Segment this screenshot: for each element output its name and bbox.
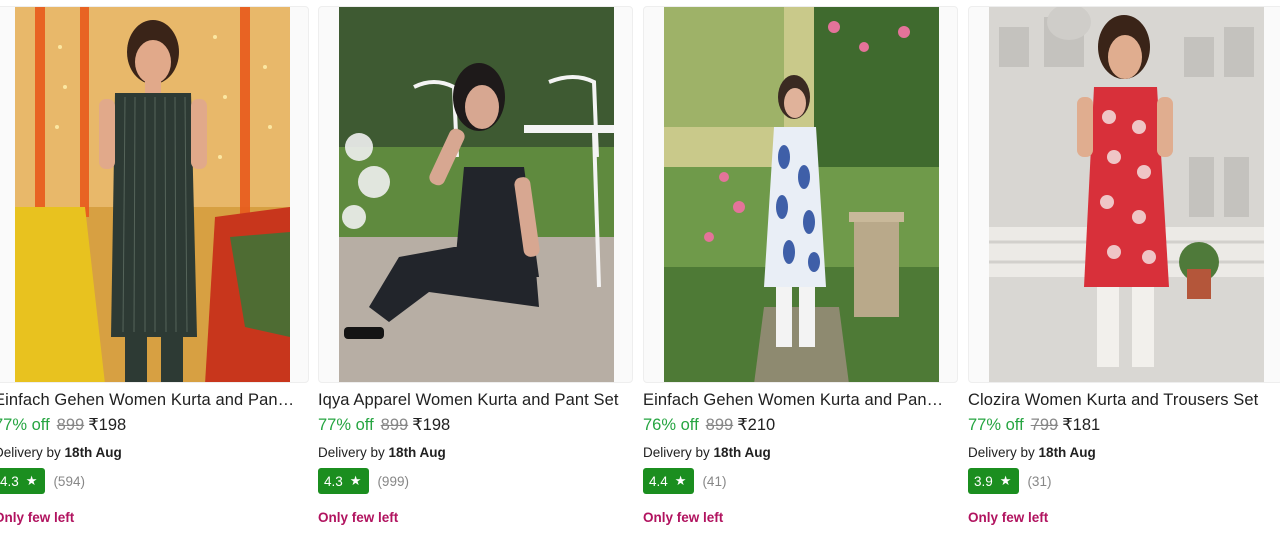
delivery-info: Delivery by 18th Aug [0, 444, 122, 462]
discount-label: 77% off [968, 416, 1024, 434]
delivery-date: 18th Aug [713, 445, 771, 460]
product-title[interactable]: Clozira Women Kurta and Trousers Set [968, 389, 1270, 411]
stock-status: Only few left [318, 510, 399, 525]
discount-label: 77% off [0, 416, 50, 434]
delivery-prefix: Delivery by [318, 445, 385, 460]
product-image-frame[interactable] [0, 6, 309, 383]
star-icon: ★ [25, 473, 38, 488]
product-card[interactable]: Einfach Gehen Women Kurta and Pant... 76… [643, 0, 958, 536]
price-row: 77% off 799 ₹181 [968, 414, 1100, 436]
discount-label: 76% off [643, 416, 699, 434]
product-grid: Einfach Gehen Women Kurta and Pant... 77… [0, 0, 1280, 536]
rating-count: (594) [53, 473, 85, 489]
delivery-date: 18th Aug [1038, 445, 1096, 460]
product-image-frame[interactable] [643, 6, 958, 383]
original-price: 899 [56, 416, 85, 434]
product-image-frame[interactable] [968, 6, 1280, 383]
delivery-prefix: Delivery by [643, 445, 710, 460]
rating-badge: 4.3 ★ [0, 468, 46, 494]
price-row: 77% off 899₹198 [318, 414, 450, 436]
stock-status: Only few left [643, 510, 724, 525]
discount-label: 77% off [318, 416, 374, 434]
product-title[interactable]: Einfach Gehen Women Kurta and Pant... [0, 389, 296, 411]
rating-value: 4.3 [324, 473, 343, 489]
rating-row: 4.3 ★ (999) [318, 468, 409, 494]
product-card[interactable]: Iqya Apparel Women Kurta and Pant Set 77… [318, 0, 633, 536]
product-image[interactable] [15, 7, 290, 382]
rating-value: 4.4 [649, 473, 668, 489]
sale-price: ₹198 [88, 416, 127, 434]
product-image[interactable] [339, 7, 614, 382]
delivery-prefix: Delivery by [968, 445, 1035, 460]
rating-count: (31) [1027, 473, 1052, 489]
original-price: 799 [1030, 416, 1059, 434]
rating-count: (41) [702, 473, 727, 489]
price-row: 76% off 899 ₹210 [643, 414, 775, 436]
product-image-frame[interactable] [318, 6, 633, 383]
original-price: 899 [705, 416, 734, 434]
star-icon: ★ [999, 473, 1012, 488]
delivery-date: 18th Aug [388, 445, 446, 460]
rating-badge: 4.4 ★ [643, 468, 695, 494]
sale-price: ₹210 [737, 416, 776, 434]
star-icon: ★ [674, 473, 687, 488]
rating-badge: 4.3 ★ [318, 468, 370, 494]
sale-price: ₹198 [412, 416, 451, 434]
delivery-info: Delivery by 18th Aug [643, 444, 771, 462]
price-row: 77% off 899₹198 [0, 414, 126, 436]
product-image[interactable] [664, 7, 939, 382]
delivery-info: Delivery by 18th Aug [968, 444, 1096, 462]
rating-value: 3.9 [974, 473, 993, 489]
delivery-info: Delivery by 18th Aug [318, 444, 446, 462]
original-price: 899 [380, 416, 409, 434]
sale-price: ₹181 [1062, 416, 1101, 434]
stock-status: Only few left [0, 510, 75, 525]
product-card[interactable]: Clozira Women Kurta and Trousers Set 77%… [968, 0, 1280, 536]
product-title[interactable]: Iqya Apparel Women Kurta and Pant Set [318, 389, 620, 411]
rating-row: 3.9 ★ (31) [968, 468, 1051, 494]
star-icon: ★ [349, 473, 362, 488]
delivery-prefix: Delivery by [0, 445, 61, 460]
delivery-date: 18th Aug [64, 445, 122, 460]
rating-badge: 3.9 ★ [968, 468, 1020, 494]
rating-count: (999) [377, 473, 409, 489]
rating-value: 4.3 [0, 473, 19, 489]
rating-row: 4.3 ★ (594) [0, 468, 85, 494]
stock-status: Only few left [968, 510, 1049, 525]
rating-row: 4.4 ★ (41) [643, 468, 726, 494]
product-title[interactable]: Einfach Gehen Women Kurta and Pant... [643, 389, 945, 411]
product-image[interactable] [989, 7, 1264, 382]
product-card[interactable]: Einfach Gehen Women Kurta and Pant... 77… [0, 0, 309, 536]
